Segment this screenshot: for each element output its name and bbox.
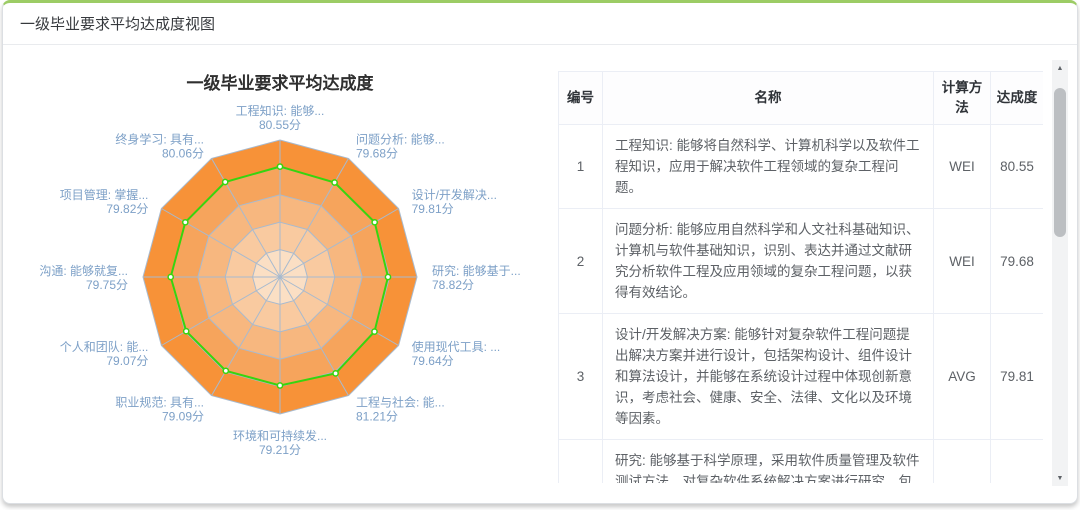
scroll-up-icon: ▲: [1057, 65, 1064, 72]
radar-data-point: [223, 368, 228, 373]
radar-data-point: [168, 274, 173, 279]
cell-method: WEI: [934, 209, 991, 314]
col-header-name: 名称: [603, 72, 934, 125]
table-row: 3设计/开发解决方案: 能够针对复杂软件工程问题提出解决方案并进行设计，包括架构…: [559, 314, 1044, 440]
requirements-table-scroll-area[interactable]: 编号 名称 计算方法 达成度 1工程知识: 能够将自然科学、计算机科学以及软件工…: [558, 71, 1043, 483]
table-row: 1工程知识: 能够将自然科学、计算机科学以及软件工程知识，应用于解决软件工程领域…: [559, 125, 1044, 209]
col-header-number: 编号: [559, 72, 603, 125]
cell-score: 80.55: [991, 125, 1044, 209]
requirements-table: 编号 名称 计算方法 达成度 1工程知识: 能够将自然科学、计算机科学以及软件工…: [558, 71, 1043, 483]
cell-number: 4: [559, 440, 603, 484]
page-title: 一级毕业要求平均达成度视图: [20, 13, 215, 34]
cell-score: 78.82: [991, 440, 1044, 484]
cell-method: MIN: [934, 440, 991, 484]
radar-axis-label: 设计/开发解决...79.81分: [412, 187, 497, 216]
radar-axis-label: 项目管理: 掌握...79.82分: [60, 187, 149, 216]
cell-name: 问题分析: 能够应用自然科学和人文社科基础知识、计算机与软件基础知识，识别、表达…: [603, 209, 934, 314]
radar-axis-label: 问题分析: 能够...79.68分: [356, 132, 445, 160]
table-header-row: 编号 名称 计算方法 达成度: [559, 72, 1044, 125]
requirements-table-panel: 编号 名称 计算方法 达成度 1工程知识: 能够将自然科学、计算机科学以及软件工…: [543, 45, 1077, 503]
radar-data-point: [277, 383, 282, 388]
radar-data-point: [223, 179, 228, 184]
radar-data-point: [184, 329, 189, 334]
radar-chart-panel: 一级毕业要求平均达成度 工程知识: 能够...80.55分问题分析: 能够...…: [3, 45, 543, 503]
radar-data-point: [372, 329, 377, 334]
radar-axis-label: 使用现代工具: ...79.64分: [412, 339, 501, 368]
radar-data-point: [332, 180, 337, 185]
cell-number: 2: [559, 209, 603, 314]
radar-data-point: [333, 371, 338, 376]
cell-name: 工程知识: 能够将自然科学、计算机科学以及软件工程知识，应用于解决软件工程领域的…: [603, 125, 934, 209]
cell-number: 1: [559, 125, 603, 209]
col-header-score: 达成度: [991, 72, 1044, 125]
table-row: 4研究: 能够基于科学原理，采用软件质量管理及软件测试方法，对复杂软件系统解决方…: [559, 440, 1044, 484]
radar-axis-label: 环境和可持续发...79.21分: [233, 428, 327, 457]
radar-axis-label: 终身学习: 具有...80.06分: [115, 131, 204, 160]
cell-number: 3: [559, 314, 603, 440]
radar-data-point: [277, 164, 282, 169]
content-area: 一级毕业要求平均达成度 工程知识: 能够...80.55分问题分析: 能够...…: [3, 45, 1077, 503]
card-header: 一级毕业要求平均达成度视图: [3, 3, 1077, 45]
cell-method: AVG: [934, 314, 991, 440]
radar-axis-label: 工程与社会: 能...81.21分: [356, 395, 445, 424]
cell-name: 研究: 能够基于科学原理，采用软件质量管理及软件测试方法，对复杂软件系统解决方案…: [603, 440, 934, 484]
scrollbar-thumb[interactable]: [1054, 88, 1066, 237]
cell-score: 79.81: [991, 314, 1044, 440]
radar-axis-label: 职业规范: 具有...79.09分: [115, 395, 204, 424]
radar-axis-label: 工程知识: 能够...80.55分: [236, 103, 325, 132]
cell-method: WEI: [934, 125, 991, 209]
scroll-down-button[interactable]: ▼: [1052, 470, 1068, 486]
radar-data-point: [372, 220, 377, 225]
radar-axis-label: 个人和团队: 能...79.07分: [60, 339, 149, 368]
radar-axis-label: 研究: 能够基于...78.82分: [432, 263, 521, 292]
scrollbar-track[interactable]: [1052, 76, 1068, 470]
scroll-up-button[interactable]: ▲: [1052, 60, 1068, 76]
table-row: 2问题分析: 能够应用自然科学和人文社科基础知识、计算机与软件基础知识，识别、表…: [559, 209, 1044, 314]
col-header-method: 计算方法: [934, 72, 991, 125]
dashboard-card: 一级毕业要求平均达成度视图 一级毕业要求平均达成度 工程知识: 能够...80.…: [2, 0, 1078, 504]
radar-data-point: [183, 220, 188, 225]
cell-score: 79.68: [991, 209, 1044, 314]
radar-chart[interactable]: 工程知识: 能够...80.55分问题分析: 能够...79.68分设计/开发解…: [3, 45, 543, 503]
radar-axis-label: 沟通: 能够就复...79.75分: [39, 264, 128, 292]
table-scrollbar[interactable]: ▲ ▼: [1052, 60, 1068, 486]
scroll-down-icon: ▼: [1057, 475, 1064, 482]
cell-name: 设计/开发解决方案: 能够针对复杂软件工程问题提出解决方案并进行设计，包括架构设…: [603, 314, 934, 440]
radar-data-point: [385, 274, 390, 279]
